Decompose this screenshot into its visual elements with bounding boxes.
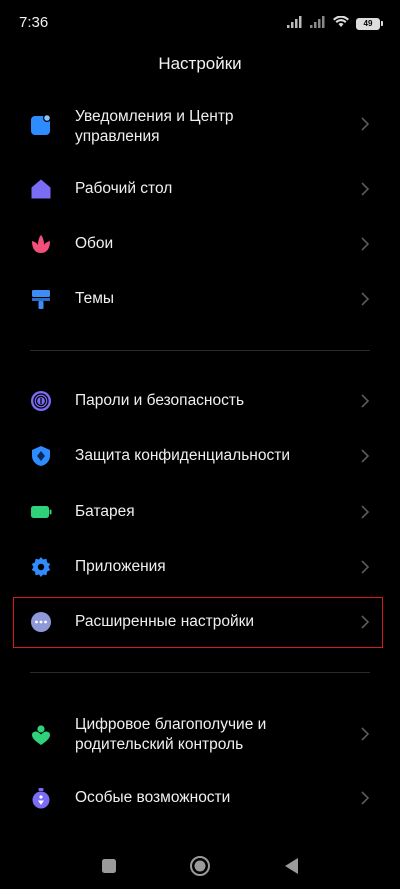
- item-label: Цифровое благополучие и родительский кон…: [75, 716, 267, 753]
- chevron-right-icon: [359, 726, 371, 742]
- settings-item-notifications[interactable]: Уведомления и Центр управления: [0, 104, 400, 154]
- settings-item-accessibility[interactable]: Особые возможности: [0, 785, 400, 813]
- section-divider: [30, 672, 370, 673]
- item-label: Приложения: [75, 558, 166, 575]
- battery-indicator: 49: [356, 18, 383, 30]
- section-divider: [30, 350, 370, 351]
- home-icon: [30, 178, 52, 200]
- item-label: Рабочий стол: [75, 180, 173, 197]
- chevron-right-icon: [359, 504, 371, 520]
- chevron-right-icon: [359, 559, 371, 575]
- battery-icon: [30, 501, 52, 523]
- status-time: 7:36: [19, 14, 49, 31]
- home-button[interactable]: [189, 855, 211, 877]
- item-label: Уведомления и Центр управления: [75, 108, 234, 145]
- settings-item-privacy[interactable]: Защита конфиденциальности: [0, 443, 400, 471]
- chevron-right-icon: [359, 181, 371, 197]
- settings-item-apps[interactable]: Приложения: [0, 554, 400, 582]
- item-label: Обои: [75, 235, 114, 252]
- settings-item-wallpaper[interactable]: Обои: [0, 231, 400, 259]
- chevron-right-icon: [359, 236, 371, 252]
- settings-item-themes[interactable]: Темы: [0, 286, 400, 314]
- settings-item-passwords-security[interactable]: Пароли и безопасность: [0, 388, 400, 416]
- item-label: Защита конфиденциальности: [75, 447, 290, 464]
- notifications-icon: [30, 114, 52, 136]
- item-label: Темы: [75, 290, 115, 307]
- settings-item-digital-wellbeing[interactable]: Цифровое благополучие и родительский кон…: [0, 714, 400, 764]
- item-label: Особые возможности: [75, 789, 231, 806]
- accessibility-icon: [30, 787, 52, 809]
- status-bar: 7:36 49: [0, 0, 400, 44]
- wellbeing-icon: [30, 724, 52, 746]
- settings-item-home-screen[interactable]: Рабочий стол: [0, 176, 400, 204]
- recents-button[interactable]: [98, 855, 120, 877]
- privacy-shield-icon: [30, 445, 52, 467]
- chevron-right-icon: [359, 448, 371, 464]
- page-title: Настройки: [158, 54, 242, 73]
- gear-icon: [30, 556, 52, 578]
- flower-icon: [30, 233, 52, 255]
- brush-icon: [30, 288, 52, 310]
- chevron-right-icon: [359, 790, 371, 806]
- back-button[interactable]: [281, 855, 303, 877]
- chevron-right-icon: [359, 393, 371, 409]
- chevron-right-icon: [359, 116, 371, 132]
- fingerprint-icon: [30, 390, 52, 412]
- item-label: Батарея: [75, 503, 135, 520]
- signal-icon: [287, 15, 303, 33]
- highlight-frame: [13, 597, 383, 648]
- item-label: Пароли и безопасность: [75, 392, 245, 409]
- navigation-bar: [0, 845, 400, 889]
- chevron-right-icon: [359, 291, 371, 307]
- signal-icon-2: [310, 15, 326, 33]
- status-icons: 49: [287, 15, 383, 33]
- wifi-icon: [333, 15, 349, 33]
- settings-item-battery[interactable]: Батарея: [0, 499, 400, 527]
